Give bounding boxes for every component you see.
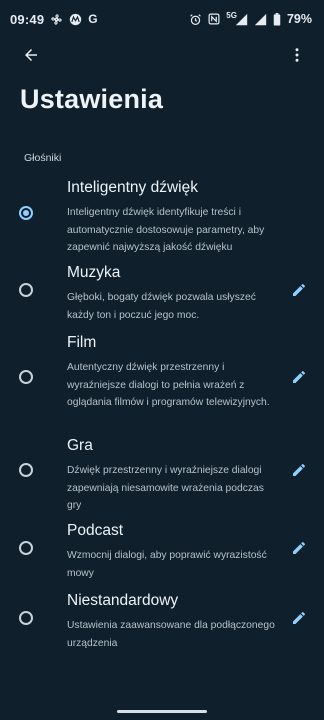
5g-signal-icon: 5G bbox=[226, 11, 248, 26]
edit-custom-button[interactable] bbox=[288, 607, 310, 629]
battery-percent: 79% bbox=[286, 12, 312, 26]
wifi-icon bbox=[254, 13, 267, 26]
pencil-icon bbox=[293, 463, 305, 476]
option-music[interactable]: Muzyka Głęboki, bogaty dźwięk pozwala us… bbox=[0, 263, 324, 325]
option-podcast[interactable]: Podcast Wzmocnij dialogi, aby poprawić w… bbox=[0, 521, 324, 583]
option-text: Inteligentny dźwięk Inteligentny dźwięk … bbox=[67, 178, 275, 257]
option-title: Inteligentny dźwięk bbox=[67, 179, 198, 196]
option-title: Niestandardowy bbox=[67, 592, 179, 609]
pencil-icon bbox=[293, 370, 305, 383]
option-smart-sound[interactable]: Inteligentny dźwięk Inteligentny dźwięk … bbox=[0, 178, 324, 260]
option-title: Muzyka bbox=[67, 264, 121, 281]
option-text: Niestandardowy Ustawienia zaawansowane d… bbox=[67, 591, 275, 652]
option-description: Inteligentny dźwięk identyfikuje treści … bbox=[67, 207, 265, 253]
settings-screen: 09:49 G 5G 79% Ustawienia Głośniki Intel… bbox=[0, 0, 324, 720]
more-vert-icon bbox=[295, 48, 299, 62]
option-custom[interactable]: Niestandardowy Ustawienia zaawansowane d… bbox=[0, 591, 324, 653]
arrow-back-icon bbox=[25, 49, 37, 61]
option-game[interactable]: Gra Dźwięk przestrzenny i wyraźniejsze d… bbox=[0, 436, 324, 514]
edit-podcast-button[interactable] bbox=[288, 537, 310, 559]
google-icon: G bbox=[88, 12, 98, 26]
app-bar bbox=[0, 38, 324, 72]
radio-button[interactable] bbox=[19, 283, 33, 297]
edit-music-button[interactable] bbox=[288, 279, 310, 301]
option-text: Gra Dźwięk przestrzenny i wyraźniejsze d… bbox=[67, 436, 275, 515]
status-left: 09:49 G bbox=[10, 12, 98, 27]
option-title: Film bbox=[67, 334, 97, 351]
status-right: 5G 79% bbox=[189, 11, 312, 26]
option-description: Ustawienia zaawansowane dla podłączonego… bbox=[67, 620, 275, 649]
battery-icon bbox=[273, 12, 281, 26]
pencil-icon bbox=[293, 541, 305, 554]
pencil-icon bbox=[293, 283, 305, 296]
page-title: Ustawienia bbox=[20, 84, 164, 114]
radio-button[interactable] bbox=[19, 370, 33, 384]
option-description: Głęboki, bogaty dźwięk pozwala usłyszeć … bbox=[67, 292, 256, 321]
option-description: Wzmocnij dialogi, aby poprawić wyrazisto… bbox=[67, 550, 267, 579]
option-text: Film Autentyczny dźwięk przestrzenny i w… bbox=[67, 333, 275, 412]
pencil-icon bbox=[293, 611, 305, 624]
fan-icon bbox=[50, 13, 63, 26]
option-film[interactable]: Film Autentyczny dźwięk przestrzenny i w… bbox=[0, 333, 324, 429]
radio-dot bbox=[23, 210, 29, 216]
option-description: Dźwięk przestrzenny i wyraźniejsze dialo… bbox=[67, 465, 264, 511]
option-title: Gra bbox=[67, 437, 93, 454]
edit-game-button[interactable] bbox=[288, 459, 310, 481]
motorola-icon bbox=[69, 13, 82, 26]
edit-film-button[interactable] bbox=[288, 366, 310, 388]
radio-button[interactable] bbox=[19, 611, 33, 625]
radio-button-selected[interactable] bbox=[19, 206, 33, 220]
radio-button[interactable] bbox=[19, 463, 33, 477]
section-label-speakers: Głośniki bbox=[24, 152, 62, 164]
status-bar: 09:49 G 5G 79% bbox=[0, 0, 324, 38]
back-button[interactable] bbox=[18, 42, 44, 68]
option-title: Podcast bbox=[67, 522, 124, 539]
option-text: Muzyka Głęboki, bogaty dźwięk pozwala us… bbox=[67, 263, 275, 324]
alarm-icon bbox=[189, 13, 202, 26]
home-indicator[interactable] bbox=[117, 710, 207, 713]
status-time: 09:49 bbox=[10, 11, 45, 27]
more-options-button[interactable] bbox=[284, 42, 310, 68]
option-description: Autentyczny dźwięk przestrzenny i wyraźn… bbox=[67, 362, 270, 408]
option-text: Podcast Wzmocnij dialogi, aby poprawić w… bbox=[67, 521, 275, 582]
radio-button[interactable] bbox=[19, 541, 33, 555]
nfc-icon bbox=[208, 13, 220, 25]
